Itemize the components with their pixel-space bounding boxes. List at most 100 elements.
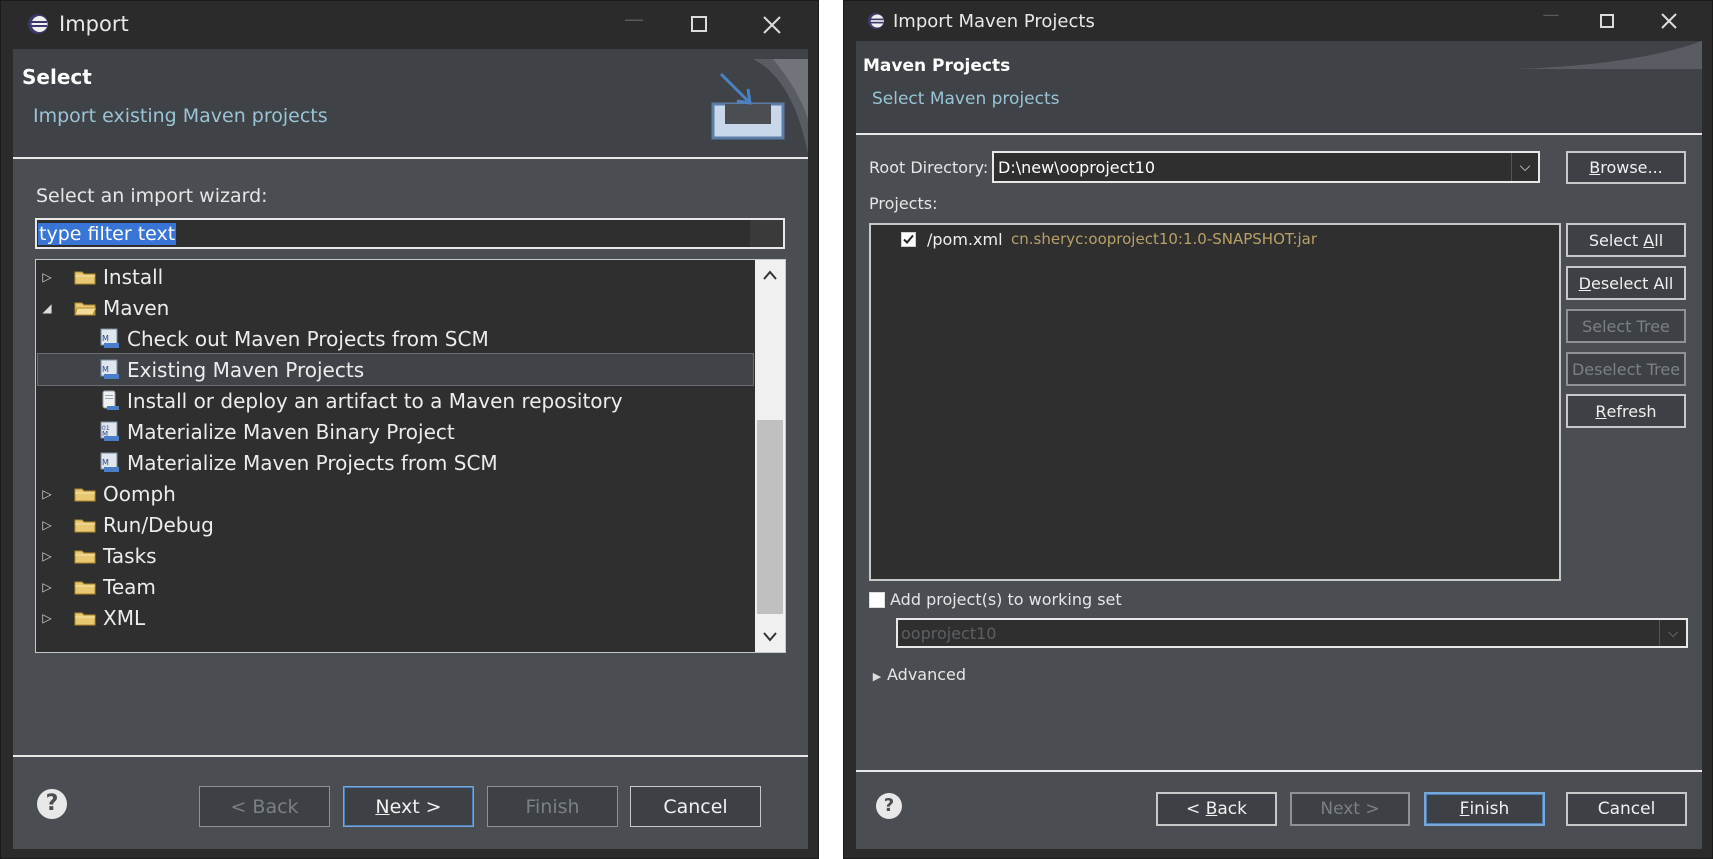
tree-item-checkout-maven-scm[interactable]: M Check out Maven Projects from SCM [36, 323, 755, 354]
help-icon[interactable]: ? [37, 789, 67, 819]
root-directory-label: Root Directory: [869, 158, 989, 177]
wizard-tree[interactable]: ▷ Install ◢ Maven M Check out Maven Proj… [35, 259, 786, 653]
filter-input[interactable]: type filter text [35, 218, 785, 249]
projects-tree[interactable]: /pom.xml cn.sheryc:ooproject10:1.0-SNAPS… [869, 223, 1561, 581]
page-title: Maven Projects [863, 56, 1011, 76]
finish-button-label: inish [1469, 799, 1510, 819]
dialog-body: Select Import existing Maven projects Se… [13, 49, 808, 849]
maven-project-icon: M [100, 452, 119, 472]
back-button[interactable]: < Back [1156, 792, 1277, 826]
tree-item-team[interactable]: ▷ Team [36, 571, 755, 602]
next-mnemonic: N [375, 795, 390, 818]
maven-project-icon: M [100, 359, 119, 379]
browse-button[interactable]: Browse... [1566, 151, 1686, 184]
back-label-c: ack [1217, 799, 1247, 819]
chevron-down-icon[interactable]: ⌵ [1511, 153, 1538, 181]
root-directory-value: D:\new\ooproject10 [998, 157, 1156, 177]
close-icon[interactable] [1661, 13, 1677, 29]
header-divider [856, 133, 1702, 135]
filter-clear-area [750, 220, 783, 247]
refresh-button[interactable]: Refresh [1566, 394, 1686, 428]
tree-item-materialize-binary[interactable]: 01 M Materialize Maven Binary Project [36, 416, 755, 447]
tree-item-run-debug[interactable]: ▷ Run/Debug [36, 509, 755, 540]
checkbox-checked-icon[interactable] [901, 232, 916, 247]
next-button[interactable]: Next > [1290, 792, 1410, 826]
tree-item-existing-maven-projects[interactable]: M Existing Maven Projects [37, 353, 754, 386]
expand-advanced-icon[interactable]: ▶ [870, 670, 884, 683]
finish-mnemonic: F [1459, 799, 1470, 819]
finish-button[interactable]: Finish [1424, 792, 1545, 826]
title-bar[interactable]: Import — [1, 1, 818, 49]
folder-open-icon [74, 302, 96, 316]
back-button[interactable]: < Back [199, 786, 330, 827]
select-all-button[interactable]: Select All [1566, 223, 1686, 257]
working-set-checkbox[interactable] [869, 592, 885, 608]
scrollbar-thumb[interactable] [757, 420, 783, 614]
expand-icon[interactable]: ▷ [40, 270, 54, 284]
refresh-mnemonic: R [1595, 401, 1607, 421]
project-row[interactable]: /pom.xml cn.sheryc:ooproject10:1.0-SNAPS… [871, 227, 1551, 251]
eclipse-icon [867, 12, 885, 30]
scroll-down-icon[interactable] [763, 632, 777, 642]
working-set-combo[interactable]: ooproject10 ⌵ [896, 618, 1688, 648]
tree-item-xml[interactable]: ▷ XML [36, 602, 755, 633]
tree-item-install-deploy-artifact[interactable]: Install or deploy an artifact to a Maven… [36, 385, 755, 416]
advanced-label[interactable]: Advanced [887, 665, 966, 684]
expand-icon[interactable]: ▷ [40, 487, 54, 501]
folder-icon [74, 550, 96, 564]
deselect-tree-button[interactable]: Deselect Tree [1566, 352, 1686, 386]
minimize-icon[interactable]: — [1538, 5, 1564, 25]
next-button[interactable]: Next > [343, 786, 474, 827]
tree-item-label: Install [103, 264, 164, 289]
deselect-tree-label: Deselect Tree [1571, 359, 1681, 379]
tree-item-maven[interactable]: ◢ Maven [36, 292, 755, 323]
cancel-button[interactable]: Cancel [630, 786, 761, 827]
finish-button-label: Finish [525, 795, 580, 818]
select-all-label-a: Select [1588, 230, 1644, 250]
scroll-up-icon[interactable] [763, 270, 777, 280]
maven-binary-icon: 01M [100, 421, 119, 441]
close-icon[interactable] [763, 16, 781, 34]
browse-button-label: rowse... [1600, 158, 1663, 177]
tree-item-materialize-scm[interactable]: M Materialize Maven Projects from SCM [36, 447, 755, 478]
projects-label: Projects: [869, 194, 938, 213]
tree-item-oomph[interactable]: ▷ Oomph [36, 478, 755, 509]
expand-icon[interactable]: ▷ [40, 580, 54, 594]
folder-icon [74, 581, 96, 595]
jar-file-icon [102, 390, 119, 410]
tree-item-label: Install or deploy an artifact to a Maven… [127, 388, 623, 413]
expand-icon[interactable]: ▷ [40, 549, 54, 563]
folder-icon [74, 488, 96, 502]
collapse-icon[interactable]: ◢ [40, 301, 54, 315]
tree-item-install[interactable]: ▷ Install [36, 261, 755, 292]
back-label-a: < [1186, 799, 1206, 819]
maximize-icon[interactable] [691, 16, 707, 32]
page-description: Select Maven projects [872, 89, 1060, 109]
project-artifact: cn.sheryc:ooproject10:1.0-SNAPSHOT:jar [1011, 230, 1317, 248]
cancel-button[interactable]: Cancel [1566, 792, 1687, 826]
wizard-label: Select an import wizard: [36, 185, 268, 207]
select-tree-label: Select Tree [1582, 316, 1670, 336]
tree-item-label: Tasks [103, 543, 157, 568]
deselect-all-button[interactable]: Deselect All [1566, 266, 1686, 300]
vertical-scrollbar[interactable] [755, 260, 785, 652]
header-banner-decoration [1516, 41, 1702, 69]
help-icon[interactable]: ? [876, 793, 902, 819]
minimize-icon[interactable]: — [619, 7, 649, 31]
expand-icon[interactable]: ▷ [40, 611, 54, 625]
finish-button[interactable]: Finish [487, 786, 618, 827]
select-tree-button[interactable]: Select Tree [1566, 309, 1686, 343]
header-divider [13, 157, 808, 159]
title-bar[interactable]: Import Maven Projects — [844, 1, 1712, 41]
chevron-down-icon[interactable]: ⌵ [1659, 620, 1686, 646]
root-directory-combo[interactable]: D:\new\ooproject10 ⌵ [992, 151, 1540, 183]
tree-item-tasks[interactable]: ▷ Tasks [36, 540, 755, 571]
expand-icon[interactable]: ▷ [40, 518, 54, 532]
maximize-icon[interactable] [1600, 14, 1614, 28]
tree-item-label: Team [103, 574, 156, 599]
import-dialog: Import — Select Import existing Maven pr… [0, 0, 819, 859]
tree-item-label: Existing Maven Projects [127, 357, 365, 382]
back-mnemonic: B [1205, 799, 1218, 819]
tree-item-label: Materialize Maven Binary Project [127, 419, 455, 444]
select-all-label-c: ll [1654, 230, 1664, 250]
